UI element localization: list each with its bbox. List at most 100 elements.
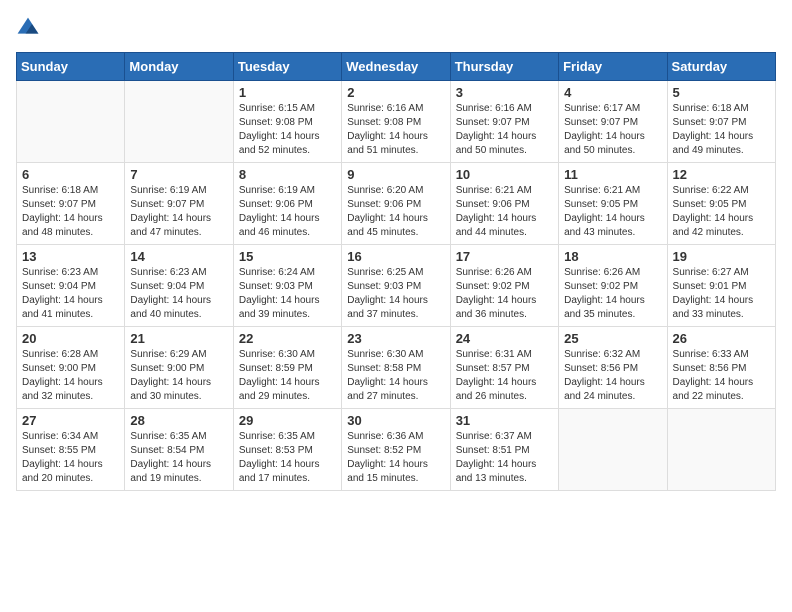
day-number: 8 bbox=[239, 167, 336, 182]
calendar-header-thursday: Thursday bbox=[450, 53, 558, 81]
day-number: 5 bbox=[673, 85, 770, 100]
calendar-table: SundayMondayTuesdayWednesdayThursdayFrid… bbox=[16, 52, 776, 491]
day-number: 1 bbox=[239, 85, 336, 100]
day-number: 19 bbox=[673, 249, 770, 264]
calendar-week-1: 6 Sunrise: 6:18 AM Sunset: 9:07 PM Daylig… bbox=[17, 163, 776, 245]
day-info: Sunrise: 6:37 AM Sunset: 8:51 PM Dayligh… bbox=[456, 430, 553, 486]
calendar-cell: 31 Sunrise: 6:37 AM Sunset: 8:51 PM Dayli… bbox=[450, 409, 558, 491]
calendar-header-monday: Monday bbox=[125, 53, 233, 81]
calendar-cell: 8 Sunrise: 6:19 AM Sunset: 9:06 PM Daylig… bbox=[233, 163, 341, 245]
day-info: Sunrise: 6:19 AM Sunset: 9:06 PM Dayligh… bbox=[239, 184, 336, 240]
day-info: Sunrise: 6:18 AM Sunset: 9:07 PM Dayligh… bbox=[673, 102, 770, 158]
day-number: 17 bbox=[456, 249, 553, 264]
calendar-cell: 22 Sunrise: 6:30 AM Sunset: 8:59 PM Dayli… bbox=[233, 327, 341, 409]
day-info: Sunrise: 6:34 AM Sunset: 8:55 PM Dayligh… bbox=[22, 430, 119, 486]
calendar-cell: 6 Sunrise: 6:18 AM Sunset: 9:07 PM Daylig… bbox=[17, 163, 125, 245]
day-info: Sunrise: 6:35 AM Sunset: 8:54 PM Dayligh… bbox=[130, 430, 227, 486]
day-number: 18 bbox=[564, 249, 661, 264]
calendar-cell: 20 Sunrise: 6:28 AM Sunset: 9:00 PM Dayli… bbox=[17, 327, 125, 409]
calendar-week-3: 20 Sunrise: 6:28 AM Sunset: 9:00 PM Dayli… bbox=[17, 327, 776, 409]
day-number: 24 bbox=[456, 331, 553, 346]
day-number: 27 bbox=[22, 413, 119, 428]
calendar-cell: 14 Sunrise: 6:23 AM Sunset: 9:04 PM Dayli… bbox=[125, 245, 233, 327]
day-number: 6 bbox=[22, 167, 119, 182]
day-info: Sunrise: 6:30 AM Sunset: 8:59 PM Dayligh… bbox=[239, 348, 336, 404]
calendar-cell: 11Sunrise: 6:21 AM Sunset: 9:05 PM Dayli… bbox=[559, 163, 667, 245]
day-info: Sunrise: 6:22 AM Sunset: 9:05 PM Dayligh… bbox=[673, 184, 770, 240]
day-info: Sunrise: 6:31 AM Sunset: 8:57 PM Dayligh… bbox=[456, 348, 553, 404]
day-info: Sunrise: 6:30 AM Sunset: 8:58 PM Dayligh… bbox=[347, 348, 444, 404]
day-info: Sunrise: 6:24 AM Sunset: 9:03 PM Dayligh… bbox=[239, 266, 336, 322]
page-header bbox=[16, 16, 776, 40]
day-info: Sunrise: 6:20 AM Sunset: 9:06 PM Dayligh… bbox=[347, 184, 444, 240]
day-info: Sunrise: 6:19 AM Sunset: 9:07 PM Dayligh… bbox=[130, 184, 227, 240]
day-number: 28 bbox=[130, 413, 227, 428]
day-number: 14 bbox=[130, 249, 227, 264]
day-info: Sunrise: 6:35 AM Sunset: 8:53 PM Dayligh… bbox=[239, 430, 336, 486]
day-info: Sunrise: 6:16 AM Sunset: 9:08 PM Dayligh… bbox=[347, 102, 444, 158]
day-info: Sunrise: 6:28 AM Sunset: 9:00 PM Dayligh… bbox=[22, 348, 119, 404]
day-info: Sunrise: 6:15 AM Sunset: 9:08 PM Dayligh… bbox=[239, 102, 336, 158]
calendar-cell: 17 Sunrise: 6:26 AM Sunset: 9:02 PM Dayli… bbox=[450, 245, 558, 327]
calendar-cell: 24 Sunrise: 6:31 AM Sunset: 8:57 PM Dayli… bbox=[450, 327, 558, 409]
day-number: 7 bbox=[130, 167, 227, 182]
calendar-cell: 9 Sunrise: 6:20 AM Sunset: 9:06 PM Daylig… bbox=[342, 163, 450, 245]
day-number: 26 bbox=[673, 331, 770, 346]
logo bbox=[16, 16, 44, 40]
day-number: 16 bbox=[347, 249, 444, 264]
calendar-cell: 4Sunrise: 6:17 AM Sunset: 9:07 PM Daylig… bbox=[559, 81, 667, 163]
day-number: 31 bbox=[456, 413, 553, 428]
day-info: Sunrise: 6:36 AM Sunset: 8:52 PM Dayligh… bbox=[347, 430, 444, 486]
calendar-header-wednesday: Wednesday bbox=[342, 53, 450, 81]
day-number: 13 bbox=[22, 249, 119, 264]
calendar-cell bbox=[667, 409, 775, 491]
day-number: 30 bbox=[347, 413, 444, 428]
day-info: Sunrise: 6:29 AM Sunset: 9:00 PM Dayligh… bbox=[130, 348, 227, 404]
day-number: 3 bbox=[456, 85, 553, 100]
day-number: 25 bbox=[564, 331, 661, 346]
day-number: 21 bbox=[130, 331, 227, 346]
logo-icon bbox=[16, 16, 40, 40]
calendar-cell: 12 Sunrise: 6:22 AM Sunset: 9:05 PM Dayli… bbox=[667, 163, 775, 245]
calendar-cell bbox=[125, 81, 233, 163]
calendar-cell: 13Sunrise: 6:23 AM Sunset: 9:04 PM Dayli… bbox=[17, 245, 125, 327]
day-info: Sunrise: 6:33 AM Sunset: 8:56 PM Dayligh… bbox=[673, 348, 770, 404]
day-info: Sunrise: 6:26 AM Sunset: 9:02 PM Dayligh… bbox=[456, 266, 553, 322]
calendar-cell bbox=[17, 81, 125, 163]
day-number: 29 bbox=[239, 413, 336, 428]
calendar-cell: 30 Sunrise: 6:36 AM Sunset: 8:52 PM Dayli… bbox=[342, 409, 450, 491]
day-info: Sunrise: 6:27 AM Sunset: 9:01 PM Dayligh… bbox=[673, 266, 770, 322]
calendar-cell: 25 Sunrise: 6:32 AM Sunset: 8:56 PM Dayli… bbox=[559, 327, 667, 409]
calendar-header-saturday: Saturday bbox=[667, 53, 775, 81]
calendar-cell: 27 Sunrise: 6:34 AM Sunset: 8:55 PM Dayli… bbox=[17, 409, 125, 491]
day-info: Sunrise: 6:23 AM Sunset: 9:04 PM Dayligh… bbox=[130, 266, 227, 322]
calendar-cell: 29 Sunrise: 6:35 AM Sunset: 8:53 PM Dayli… bbox=[233, 409, 341, 491]
day-info: Sunrise: 6:21 AM Sunset: 9:06 PM Dayligh… bbox=[456, 184, 553, 240]
calendar-header-friday: Friday bbox=[559, 53, 667, 81]
calendar-week-2: 13 Sunrise: 6:23 AM Sunset: 9:04 PM Dayli… bbox=[17, 245, 776, 327]
calendar-header-row: SundayMondayTuesdayWednesdayThursdayFrid… bbox=[17, 53, 776, 81]
calendar-week-4: 27 Sunrise: 6:34 AM Sunset: 8:55 PM Dayli… bbox=[17, 409, 776, 491]
calendar-cell: 2 Sunrise: 6:16 AM Sunset: 9:08 PM Daylig… bbox=[342, 81, 450, 163]
calendar-cell: 7 Sunrise: 6:19 AM Sunset: 9:07 PM Daylig… bbox=[125, 163, 233, 245]
day-number: 10 bbox=[456, 167, 553, 182]
day-number: 12 bbox=[673, 167, 770, 182]
day-info: Sunrise: 6:32 AM Sunset: 8:56 PM Dayligh… bbox=[564, 348, 661, 404]
day-number: 15 bbox=[239, 249, 336, 264]
calendar-header-tuesday: Tuesday bbox=[233, 53, 341, 81]
day-info: Sunrise: 6:17 AM Sunset: 9:07 PM Dayligh… bbox=[564, 102, 661, 158]
day-number: 22 bbox=[239, 331, 336, 346]
day-number: 9 bbox=[347, 167, 444, 182]
calendar-cell: 15 Sunrise: 6:24 AM Sunset: 9:03 PM Dayli… bbox=[233, 245, 341, 327]
calendar-cell: 28 Sunrise: 6:35 AM Sunset: 8:54 PM Dayli… bbox=[125, 409, 233, 491]
day-number: 20 bbox=[22, 331, 119, 346]
calendar-cell: 3Sunrise: 6:16 AM Sunset: 9:07 PM Daylig… bbox=[450, 81, 558, 163]
calendar-cell: 10 Sunrise: 6:21 AM Sunset: 9:06 PM Dayli… bbox=[450, 163, 558, 245]
day-info: Sunrise: 6:26 AM Sunset: 9:02 PM Dayligh… bbox=[564, 266, 661, 322]
day-info: Sunrise: 6:18 AM Sunset: 9:07 PM Dayligh… bbox=[22, 184, 119, 240]
day-number: 2 bbox=[347, 85, 444, 100]
calendar-cell bbox=[559, 409, 667, 491]
calendar-cell: 21 Sunrise: 6:29 AM Sunset: 9:00 PM Dayli… bbox=[125, 327, 233, 409]
calendar-cell: 1 Sunrise: 6:15 AM Sunset: 9:08 PM Daylig… bbox=[233, 81, 341, 163]
calendar-cell: 16Sunrise: 6:25 AM Sunset: 9:03 PM Dayli… bbox=[342, 245, 450, 327]
